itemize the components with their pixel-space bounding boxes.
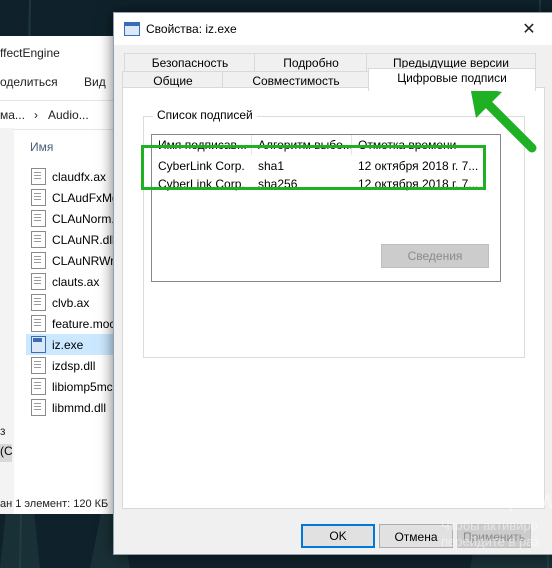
- column-header-name[interactable]: Имя: [30, 140, 53, 154]
- explorer-address-bar[interactable]: ма... › Audio...: [0, 100, 118, 130]
- file-icon: [31, 210, 46, 227]
- close-button[interactable]: ✕: [506, 13, 552, 45]
- file-item[interactable]: CLAuNRWra: [26, 250, 121, 271]
- exe-app-icon: [124, 22, 140, 36]
- ok-button[interactable]: OK: [301, 524, 375, 548]
- exe-file-icon: [31, 336, 46, 353]
- ribbon-share[interactable]: оделиться: [0, 75, 58, 89]
- file-item-selected[interactable]: iz.exe: [26, 334, 118, 355]
- file-icon: [31, 189, 46, 206]
- signature-highlight-box: [141, 145, 486, 190]
- address-folder: Audio...: [48, 108, 89, 122]
- tab-details[interactable]: Подробно: [254, 53, 368, 73]
- file-item[interactable]: izdsp.dll: [26, 355, 118, 376]
- file-icon: [31, 399, 46, 416]
- dialog-titlebar[interactable]: Свойства: iz.exe ✕: [114, 13, 552, 45]
- file-icon: [31, 357, 46, 374]
- file-explorer-window: ffectEngine оделиться Вид ма... › Audio.…: [0, 36, 121, 514]
- chevron-right-icon: ›: [34, 108, 38, 122]
- nav-pane-item-selected[interactable]: (C: [0, 444, 13, 462]
- activation-watermark-title: Активация W: [440, 492, 552, 513]
- file-item[interactable]: libiomp5mc: [26, 376, 118, 397]
- status-bar-text: ан 1 элемент: 120 КБ: [0, 498, 109, 510]
- dialog-title: Свойства: iz.exe: [146, 22, 237, 36]
- tab-security[interactable]: Безопасность: [124, 53, 256, 73]
- file-icon: [31, 231, 46, 248]
- explorer-ribbon: оделиться Вид: [0, 70, 118, 92]
- details-button[interactable]: Сведения: [381, 244, 489, 268]
- file-item[interactable]: CLAuNorm.: [26, 208, 118, 229]
- file-list: claudfx.ax CLAudFxMg CLAuNorm. CLAuNR.dl…: [26, 166, 121, 418]
- file-item[interactable]: libmmd.dll: [26, 397, 118, 418]
- file-item[interactable]: clauts.ax: [26, 271, 118, 292]
- file-icon: [31, 252, 46, 269]
- file-item[interactable]: CLAudFxMg: [26, 187, 119, 208]
- file-item[interactable]: clvb.ax: [26, 292, 118, 313]
- ribbon-view[interactable]: Вид: [84, 75, 106, 89]
- file-icon: [31, 315, 46, 332]
- file-icon: [31, 168, 46, 185]
- file-item[interactable]: feature.moc: [26, 313, 118, 334]
- tab-digital-signatures[interactable]: Цифровые подписи: [368, 68, 536, 91]
- file-icon: [31, 294, 46, 311]
- address-path: ма...: [0, 108, 25, 122]
- activation-watermark-text: Чтобы активиро перейдите в раз: [441, 518, 540, 549]
- explorer-title: ffectEngine: [0, 46, 60, 60]
- file-item[interactable]: CLAuNR.dll: [26, 229, 118, 250]
- nav-pane-label[interactable]: з: [0, 424, 6, 438]
- signature-list-label: Список подписей: [153, 108, 257, 122]
- file-item[interactable]: claudfx.ax: [26, 166, 118, 187]
- file-icon: [31, 378, 46, 395]
- file-icon: [31, 273, 46, 290]
